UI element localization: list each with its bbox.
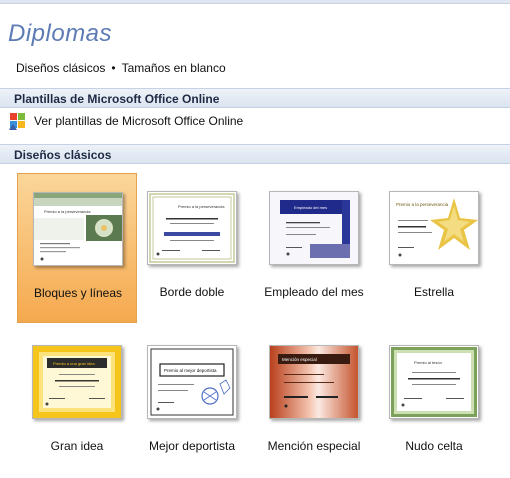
breadcrumb-classic-designs[interactable]: Diseños clásicos [16,61,105,75]
office-logo-icon [8,111,28,131]
template-thumbnail: Premio a la perseverancia [147,191,237,265]
template-label: Bloques y líneas [33,286,123,300]
template-label: Estrella [413,285,454,299]
template-label: Mejor deportista [148,439,236,453]
template-thumbnail: Premio al mejor deportista [147,345,237,419]
top-border [0,0,510,4]
breadcrumb-blank-sizes[interactable]: Tamaños en blanco [122,61,226,75]
template-label: Empleado del mes [264,285,364,299]
template-label: Mención especial [267,439,361,453]
template-thumbnail: Premio a la perseverancia [389,191,479,265]
template-label: Borde doble [159,285,225,299]
template-tile-borde-doble[interactable]: Premio a la perseverancia Borde doble [132,173,252,323]
template-tile-bloques-y-lineas[interactable]: Premio a la perseverancia Bloques y líne… [17,173,137,323]
office-online-link-label: Ver plantillas de Microsoft Office Onlin… [34,114,244,128]
template-thumbnail: Premio a una gran idea [32,345,122,419]
template-tile-mencion-especial[interactable]: Mención especial Mención especial [254,327,374,477]
template-tile-estrella[interactable]: Premio a la perseverancia Estrella [374,173,494,323]
template-label: Gran idea [50,439,104,453]
thumb-title-text: Premio al tesón [414,360,442,365]
section-header-online: Plantillas de Microsoft Office Online [0,88,510,108]
thumb-title-text: Premio al mejor deportista [164,368,217,373]
template-label: Nudo celta [405,439,463,453]
template-tile-gran-idea[interactable]: Premio a una gran idea Gran idea [17,327,137,477]
thumb-title-text: Premio a la perseverancia [44,209,91,214]
thumb-title-text: Premio a una gran idea [53,361,95,366]
template-tile-nudo-celta[interactable]: Premio al tesón Nudo celta [374,327,494,477]
template-tile-empleado-del-mes[interactable]: Empleado del mes Empleado del mes [254,173,374,323]
office-online-link[interactable]: Ver plantillas de Microsoft Office Onlin… [8,111,243,131]
template-thumbnail: Premio al tesón [389,345,479,419]
breadcrumb: Diseños clásicos • Tamaños en blanco [16,61,226,75]
page-title: Diplomas [8,20,113,47]
template-thumbnail: Empleado del mes [269,191,359,265]
template-thumbnail: Premio a la perseverancia [33,192,123,266]
section-header-classic: Diseños clásicos [0,144,510,164]
thumb-title-text: Premio a la perseverancia [396,202,449,207]
thumb-title-text: Mención especial [282,357,317,362]
template-thumbnail: Mención especial [269,345,359,419]
template-tile-mejor-deportista[interactable]: Premio al mejor deportista Mejor deporti… [132,327,252,477]
breadcrumb-separator: • [111,61,116,75]
thumb-title-text: Empleado del mes [294,205,327,210]
thumb-title-text: Premio a la perseverancia [178,204,225,209]
